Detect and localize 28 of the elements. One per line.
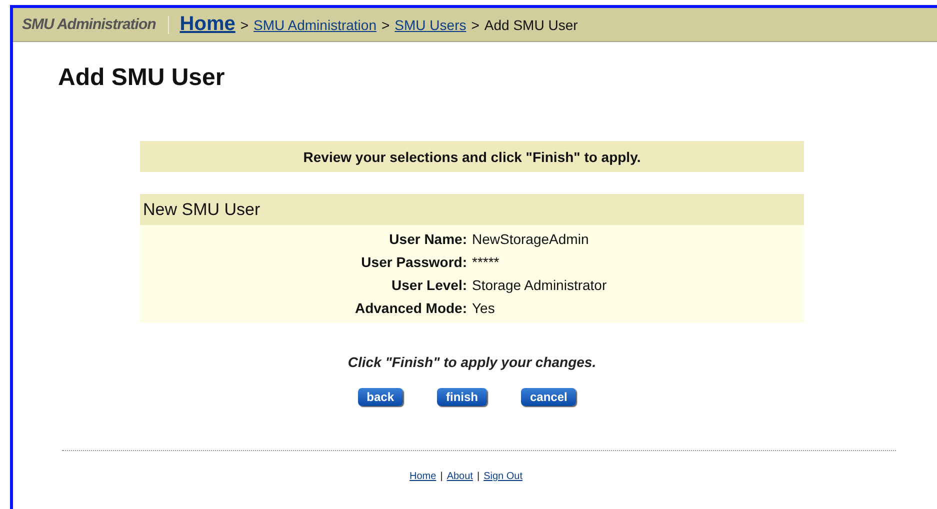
- footer-link[interactable]: About: [446, 471, 473, 482]
- footer-separator: |: [476, 471, 480, 482]
- breadcrumb-link[interactable]: SMU Users: [394, 17, 466, 33]
- breadcrumb-separator: >: [381, 17, 390, 33]
- section-title: New SMU User: [140, 194, 804, 225]
- field-value: Storage Administrator: [472, 277, 608, 293]
- breadcrumb-separator: >: [471, 17, 480, 33]
- field-label: User Level:: [390, 277, 467, 293]
- action-button[interactable]: cancel: [521, 388, 576, 406]
- breadcrumb-link[interactable]: Home: [180, 13, 236, 36]
- footer-link[interactable]: Home: [410, 471, 436, 482]
- action-button[interactable]: finish: [437, 388, 487, 406]
- field-value: Yes: [472, 300, 496, 316]
- breadcrumb-separator: >: [240, 17, 249, 33]
- page-title: Add SMU User: [58, 64, 226, 92]
- review-banner: Review your selections and click "Finish" to apply.: [140, 141, 804, 172]
- breadcrumb-current: Add SMU User: [484, 17, 578, 33]
- field-label: Advanced Mode:: [354, 300, 467, 316]
- field-value: NewStorageAdmin: [472, 231, 590, 247]
- app-title: SMU Administration: [22, 16, 157, 33]
- footer-link[interactable]: Sign Out: [484, 471, 522, 482]
- field-label: User Name:: [388, 231, 467, 247]
- instruction-text: Click "Finish" to apply your changes.: [346, 354, 598, 370]
- field-label: User Password:: [360, 254, 467, 270]
- field-value: *****: [472, 254, 500, 270]
- action-button[interactable]: back: [358, 388, 403, 406]
- footer-separator: |: [440, 471, 443, 482]
- breadcrumb-link[interactable]: SMU Administration: [254, 17, 376, 33]
